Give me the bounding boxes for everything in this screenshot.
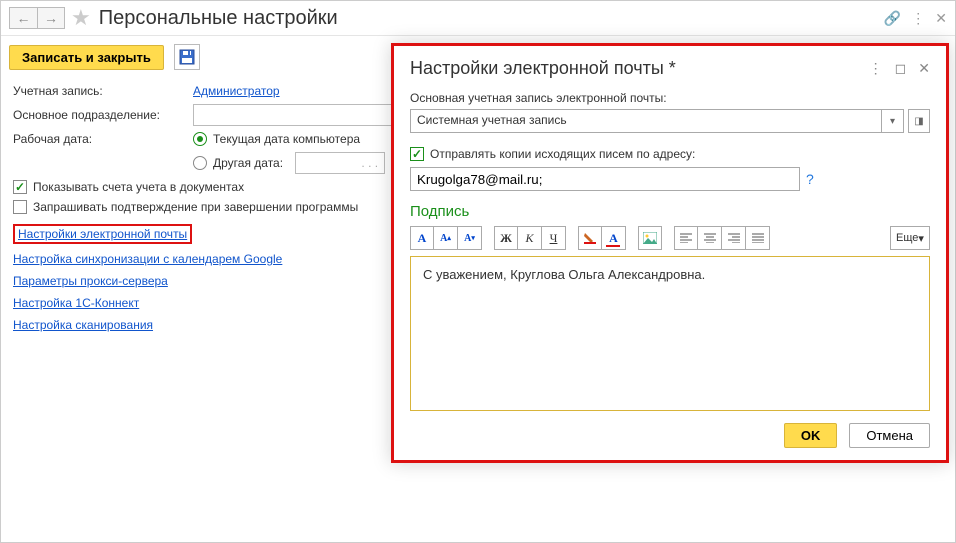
nav-back-button[interactable]: ← bbox=[9, 7, 37, 29]
radio-current-date[interactable] bbox=[193, 132, 207, 146]
rte-align-center-button[interactable] bbox=[698, 226, 722, 250]
select-open-button[interactable]: ◨ bbox=[908, 109, 930, 133]
checkbox-confirm-exit[interactable] bbox=[13, 200, 27, 214]
help-icon[interactable]: ? bbox=[806, 171, 814, 187]
rte-font-color-button[interactable]: A bbox=[602, 226, 626, 250]
rte-bold-button[interactable]: Ж bbox=[494, 226, 518, 250]
rte-align-justify-button[interactable] bbox=[746, 226, 770, 250]
rte-italic-button[interactable]: К bbox=[518, 226, 542, 250]
link-email-settings[interactable]: Настройки электронной почты bbox=[18, 227, 187, 241]
image-icon bbox=[643, 232, 657, 244]
account-link[interactable]: Администратор bbox=[193, 84, 280, 98]
rte-insert-image-button[interactable] bbox=[638, 226, 662, 250]
checkbox-show-accounts-label: Показывать счета учета в документах bbox=[33, 180, 244, 194]
rte-underline-button[interactable]: Ч bbox=[542, 226, 566, 250]
radio-other-date[interactable] bbox=[193, 156, 207, 170]
checkbox-send-copies-label: Отправлять копии исходящих писем по адре… bbox=[430, 147, 695, 161]
window-header: ← → ★ Персональные настройки 🔗 ⋮ ✕ bbox=[1, 1, 955, 36]
highlight-icon bbox=[583, 231, 597, 245]
dialog-close-icon[interactable]: ✕ bbox=[918, 60, 930, 77]
save-and-close-button[interactable]: Записать и закрыть bbox=[9, 45, 164, 70]
favorite-icon[interactable]: ★ bbox=[71, 5, 91, 31]
rte-align-left-button[interactable] bbox=[674, 226, 698, 250]
align-right-icon bbox=[728, 233, 740, 243]
close-icon[interactable]: ✕ bbox=[935, 10, 947, 27]
rte-font-larger-button[interactable]: A▴ bbox=[434, 226, 458, 250]
select-dropdown-button[interactable]: ▾ bbox=[882, 109, 904, 133]
align-left-icon bbox=[680, 233, 692, 243]
dialog-title: Настройки электронной почты * bbox=[410, 58, 869, 79]
rte-align-right-button[interactable] bbox=[722, 226, 746, 250]
rte-font-normal-button[interactable]: A bbox=[410, 226, 434, 250]
account-label: Учетная запись: bbox=[13, 84, 193, 98]
checkbox-send-copies[interactable] bbox=[410, 147, 424, 161]
rte-font-smaller-button[interactable]: A▾ bbox=[458, 226, 482, 250]
ok-button[interactable]: OK bbox=[784, 423, 838, 448]
email-settings-dialog: Настройки электронной почты * ⋮ ◻ ✕ Осно… bbox=[391, 43, 949, 463]
link-scanning[interactable]: Настройка сканирования bbox=[13, 318, 153, 332]
floppy-icon bbox=[179, 49, 195, 65]
header-actions: 🔗 ⋮ ✕ bbox=[884, 10, 947, 27]
align-justify-icon bbox=[752, 233, 764, 243]
main-account-label: Основная учетная запись электронной почт… bbox=[410, 91, 930, 105]
page-title: Персональные настройки bbox=[99, 7, 884, 30]
rte-toolbar: A A▴ A▾ Ж К Ч A bbox=[410, 226, 930, 250]
other-date-input[interactable]: . . . bbox=[295, 152, 385, 174]
cancel-button[interactable]: Отмена bbox=[849, 423, 930, 448]
link-1c-connect[interactable]: Настройка 1С-Коннект bbox=[13, 296, 139, 310]
kebab-menu-icon[interactable]: ⋮ bbox=[911, 10, 925, 27]
dialog-maximize-icon[interactable]: ◻ bbox=[895, 60, 907, 77]
rte-highlight-color-button[interactable] bbox=[578, 226, 602, 250]
nav-forward-button[interactable]: → bbox=[37, 7, 65, 29]
workdate-label: Рабочая дата: bbox=[13, 132, 193, 146]
link-icon[interactable]: 🔗 bbox=[884, 10, 901, 27]
dialog-kebab-icon[interactable]: ⋮ bbox=[869, 60, 883, 77]
checkbox-confirm-exit-label: Запрашивать подтверждение при завершении… bbox=[33, 200, 358, 214]
radio-current-date-label: Текущая дата компьютера bbox=[213, 132, 360, 146]
signature-section-title: Подпись bbox=[410, 203, 930, 220]
rte-more-button[interactable]: Еще ▾ bbox=[890, 226, 930, 250]
dialog-header: Настройки электронной почты * ⋮ ◻ ✕ bbox=[410, 58, 930, 79]
dept-label: Основное подразделение: bbox=[13, 108, 193, 122]
signature-textarea[interactable]: С уважением, Круглова Ольга Александровн… bbox=[410, 256, 930, 411]
main-account-select[interactable]: Системная учетная запись bbox=[410, 109, 882, 133]
copies-email-input[interactable] bbox=[410, 167, 800, 191]
radio-other-date-label: Другая дата: bbox=[213, 156, 283, 170]
dialog-footer: OK Отмена bbox=[410, 423, 930, 448]
checkbox-show-accounts[interactable] bbox=[13, 180, 27, 194]
link-proxy[interactable]: Параметры прокси-сервера bbox=[13, 274, 168, 288]
align-center-icon bbox=[704, 233, 716, 243]
save-button[interactable] bbox=[174, 44, 200, 70]
link-google-sync[interactable]: Настройка синхронизации с календарем Goo… bbox=[13, 252, 282, 266]
